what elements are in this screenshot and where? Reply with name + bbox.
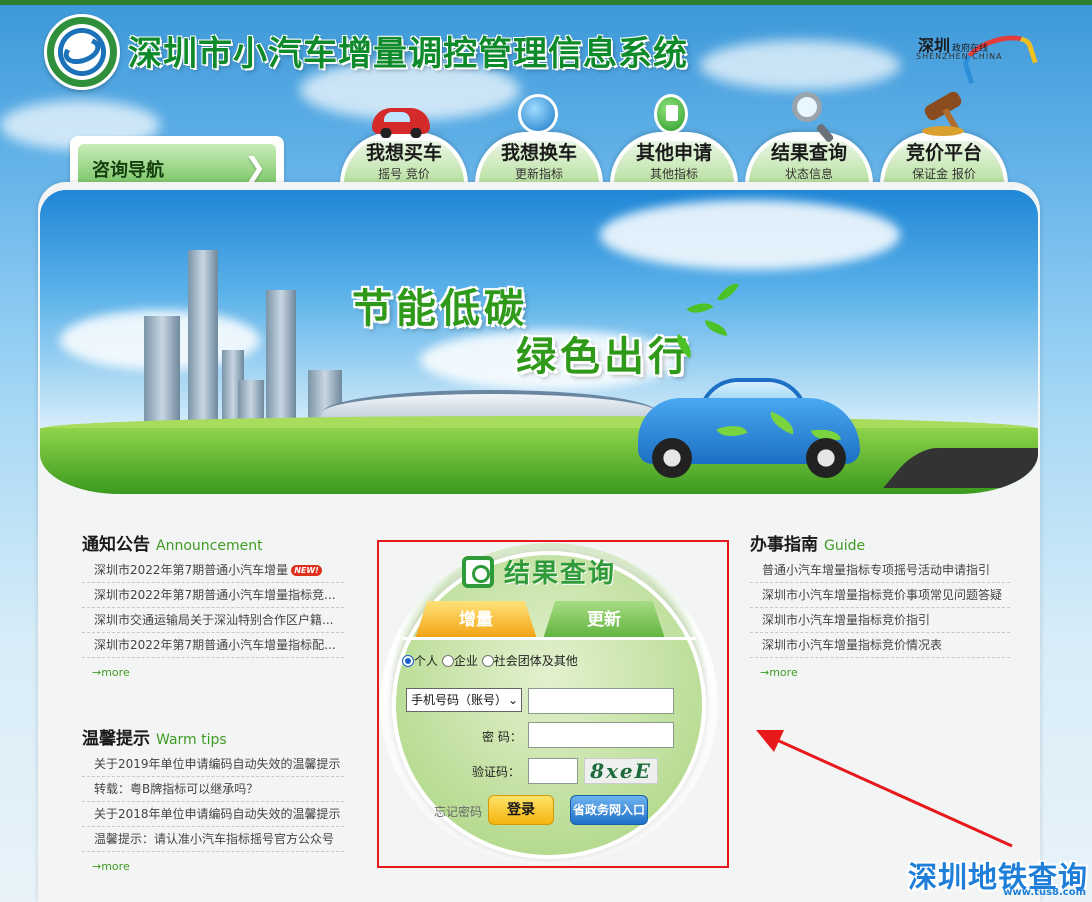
leaf-icon [686,296,714,320]
sky-cloud [700,40,900,90]
tips-more-link[interactable]: →more [92,860,130,873]
slogan-green-travel: 绿色出行 [516,334,692,380]
sz-logo-en: SHENZHEN CHINA [916,52,1003,61]
tab-title: 我想买车 [365,142,442,164]
tab-sub: 状态信息 [784,167,833,181]
red-arrow-annotation [756,730,1013,848]
tab-sub: 更新指标 [514,167,563,181]
tab-title: 竞价平台 [905,142,982,164]
top-strip [0,0,1092,5]
notice-more-link[interactable]: →more [92,666,130,679]
shenzhen-gov-online-logo[interactable]: 深圳 政府在线 SHENZHEN CHINA [912,27,1038,85]
tab-renew-car[interactable]: 我想换车 更新指标 [475,132,603,184]
tips-item[interactable]: 关于2018年单位申请编码自动失效的温馨提示 [82,802,344,827]
tab-bid-platform[interactable]: 竞价平台 保证金 报价 [880,132,1008,184]
document-icon [640,92,700,138]
guide-item[interactable]: 深圳市小汽车增量指标竞价指引 [750,608,1010,633]
guide-item[interactable]: 深圳市小汽车增量指标竞价事项常见问题答疑 [750,583,1010,608]
guide-list: 普通小汽车增量指标专项摇号活动申请指引 深圳市小汽车增量指标竞价事项常见问题答疑… [750,558,1010,658]
tips-item[interactable]: 温馨提示：请认准小汽车指标摇号官方公众号 [82,827,344,852]
tab-buy-car[interactable]: 我想买车 摇号 竞价 [340,132,468,184]
guide-item[interactable]: 深圳市小汽车增量指标竞价情况表 [750,633,1010,658]
notice-item[interactable]: 深圳市2022年第7期普通小汽车增量 NEW! [82,558,344,583]
consult-nav-label: 咨询导航 [92,160,164,181]
gavel-icon [912,89,972,138]
slogan-energy-saving: 节能低碳 [352,286,528,332]
guide-item[interactable]: 普通小汽车增量指标专项摇号活动申请指引 [750,558,1010,583]
tab-sub: 其他指标 [649,167,698,181]
watermark: 深圳地铁查询 www.tus8.com [906,852,1092,902]
highlight-box [377,540,729,868]
tab-title: 我想换车 [500,142,577,164]
tips-item[interactable]: 转载：粤B牌指标可以继承吗？ [82,777,344,802]
transport-logo[interactable] [44,14,120,90]
new-badge: NEW! [291,565,322,576]
tab-title: 结果查询 [770,142,847,164]
guide-heading: 办事指南 Guide [750,535,866,555]
magnifier-icon [778,92,838,138]
guide-more-link[interactable]: →more [760,666,798,679]
tab-result-query[interactable]: 结果查询 状态信息 [745,132,873,184]
site-title: 深圳市小汽车增量调控管理信息系统 [128,34,688,74]
notice-list: 深圳市2022年第7期普通小汽车增量 NEW! 深圳市2022年第7期普通小汽车增… [82,558,344,658]
tips-item[interactable]: 关于2019年单位申请编码自动失效的温馨提示 [82,752,344,777]
notice-item[interactable]: 深圳市2022年第7期普通小汽车增量指标竞... [82,583,344,608]
chevron-right-icon: ❯ [244,153,266,183]
green-travel-banner: 节能低碳 绿色出行 [40,190,1038,494]
leaf-icon [716,278,740,306]
watermark-url: www.tus8.com [1003,887,1086,898]
electric-car-image [638,376,860,478]
leaf-icon [703,320,729,336]
notice-item[interactable]: 深圳市交通运输局关于深汕特别合作区户籍... [82,608,344,633]
notice-heading: 通知公告 Announcement [82,535,263,555]
tips-list: 关于2019年单位申请编码自动失效的温馨提示 转载：粤B牌指标可以继承吗？ 关于… [82,752,344,852]
tab-other-apply[interactable]: 其他申请 其他指标 [610,132,738,184]
tab-title: 其他申请 [635,142,712,164]
tips-heading: 温馨提示 Warm tips [82,729,227,749]
notice-item[interactable]: 深圳市2022年第7期普通小汽车增量指标配... [82,633,344,658]
refresh-globe-icon [508,92,568,138]
tab-sub: 摇号 竞价 [378,167,430,181]
tab-sub: 保证金 报价 [912,167,976,181]
red-car-icon [372,92,432,138]
